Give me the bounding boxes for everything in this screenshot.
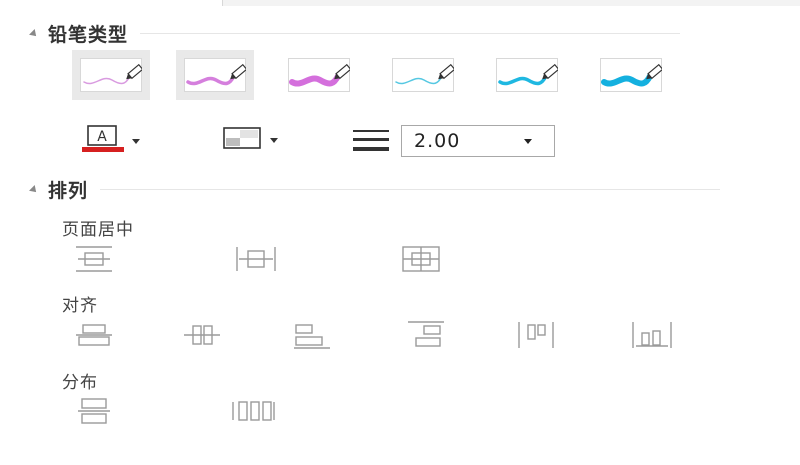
center-horizontal-icon[interactable]	[234, 244, 278, 274]
align-center-vertical-icon[interactable]	[74, 320, 114, 350]
section-divider	[140, 33, 681, 34]
pencil-style-thin-cyan[interactable]	[384, 50, 462, 100]
arrange-section-title: 排列	[48, 180, 89, 202]
line-width-value: 2.00	[414, 130, 461, 152]
svg-text:A: A	[97, 129, 107, 145]
pencil-style-medium-pink[interactable]	[176, 50, 254, 100]
center-vertical-icon[interactable]	[74, 244, 114, 274]
pencil-style-thin-pink[interactable]	[72, 50, 150, 100]
fill-style-icon[interactable]	[222, 126, 262, 154]
chevron-down-icon[interactable]	[270, 137, 278, 143]
align-top-icon[interactable]	[516, 320, 556, 350]
font-color-icon[interactable]: A	[82, 124, 124, 158]
pencil-section-title: 铅笔类型	[48, 24, 129, 46]
collapse-triangle-icon[interactable]	[29, 184, 39, 195]
pencil-section-header[interactable]: 铅笔类型	[29, 20, 681, 47]
distribute-vertical-icon[interactable]	[74, 396, 114, 426]
fill-style-dropdown[interactable]	[222, 126, 278, 154]
panel-top-strip	[0, 0, 800, 6]
align-left-icon[interactable]	[292, 320, 332, 350]
center-both-icon[interactable]	[400, 244, 442, 274]
section-divider	[100, 189, 721, 190]
distribute-horizontal-icon[interactable]	[230, 396, 276, 426]
align-right-icon[interactable]	[406, 320, 446, 350]
line-width-select[interactable]: 2.00	[401, 125, 555, 157]
align-label: 对齐	[62, 296, 98, 316]
arrange-section-header[interactable]: 排列	[29, 176, 721, 203]
align-bottom-icon[interactable]	[630, 320, 674, 350]
align-middle-horizontal-icon[interactable]	[182, 320, 222, 350]
text-color-dropdown[interactable]: A	[82, 124, 140, 158]
line-width-icon	[351, 128, 391, 152]
chevron-down-icon[interactable]	[524, 138, 532, 144]
chevron-down-icon[interactable]	[132, 138, 140, 144]
pencil-style-medium-cyan[interactable]	[488, 50, 566, 100]
pencil-style-thick-cyan[interactable]	[592, 50, 670, 100]
pencil-style-thick-pink[interactable]	[280, 50, 358, 100]
collapse-triangle-icon[interactable]	[29, 28, 39, 39]
distribute-label: 分布	[62, 373, 98, 393]
page-center-label: 页面居中	[62, 220, 134, 240]
active-tab-edge	[0, 0, 223, 6]
